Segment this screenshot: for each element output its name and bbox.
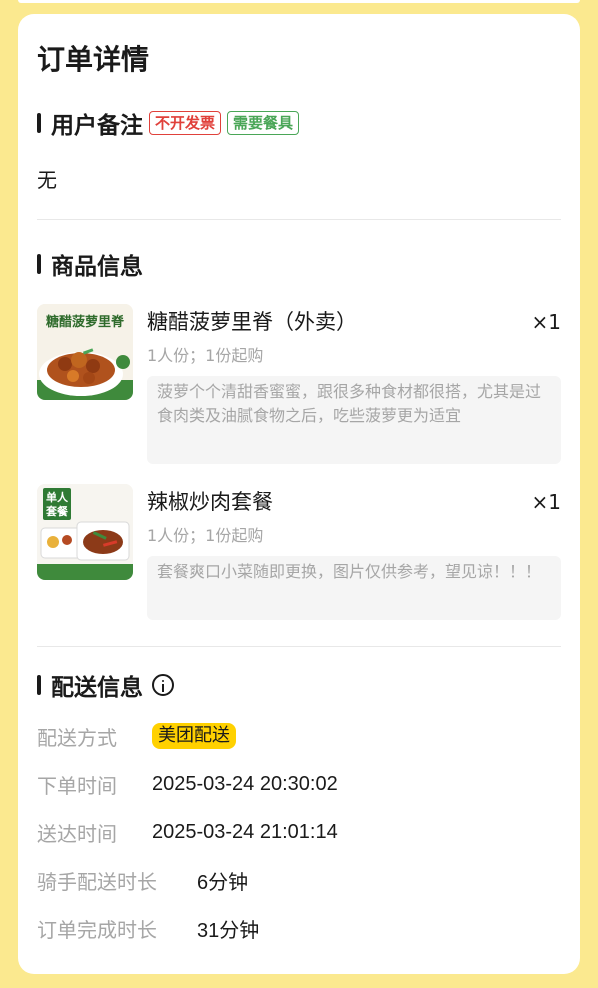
product-spec: 1人份；1份起购 (147, 346, 264, 365)
remark-section-header: 用户备注 不开发票 需要餐具 (37, 108, 300, 139)
order-time-value: 2025-03-24 20:30:02 (152, 772, 338, 795)
delivery-section-header: 配送信息 (37, 670, 174, 701)
divider (37, 646, 561, 647)
arrive-time-row: 送达时间 2025-03-24 21:01:14 (37, 817, 338, 847)
no-invoice-tag: 不开发票 (149, 111, 222, 135)
product-description: 套餐爽口小菜随即更换，图片仅供参考，望见谅！！！ (147, 556, 561, 620)
product-description: 菠萝个个清甜香蜜蜜，跟很多种食材都很搭，尤其是过食肉类及油腻食物之后，吃些菠萝更… (147, 376, 561, 464)
product-item[interactable]: 糖醋菠萝里脊 糖醋菠萝里脊（外卖） ×1 1人份；1份起购 菠萝个个清甜香蜜蜜，… (37, 304, 561, 464)
section-bar (37, 113, 41, 133)
order-time-label: 下单时间 (37, 773, 117, 798)
order-time-row: 下单时间 2025-03-24 20:30:02 (37, 769, 338, 799)
product-quantity: ×1 (531, 490, 561, 514)
meal-box-photo-icon[interactable]: 单人 套餐 (37, 484, 133, 580)
remark-section-title: 用户备注 (51, 113, 143, 139)
thumb-label-line2: 套餐 (46, 504, 69, 518)
rider-duration-value: 6分钟 (197, 871, 249, 894)
page-title: 订单详情 (37, 43, 150, 76)
need-tableware-tag: 需要餐具 (227, 111, 300, 135)
info-icon[interactable] (152, 674, 174, 696)
products-section-title: 商品信息 (51, 254, 143, 280)
product-name: 糖醋菠萝里脊（外卖） (147, 310, 357, 334)
complete-duration-row: 订单完成时长 31分钟 (37, 913, 259, 943)
product-spec: 1人份；1份起购 (147, 526, 264, 545)
delivery-section-title: 配送信息 (51, 675, 143, 701)
delivery-method-row: 配送方式 美团配送 (37, 721, 236, 751)
remark-text: 无 (37, 168, 57, 192)
arrive-time-value: 2025-03-24 21:01:14 (152, 820, 338, 843)
section-bar (37, 254, 41, 274)
section-bar (37, 675, 41, 695)
thumb-label: 糖醋菠萝里脊 (46, 314, 125, 330)
dish-photo-icon[interactable]: 糖醋菠萝里脊 (37, 304, 133, 400)
order-detail-card: 订单详情 用户备注 不开发票 需要餐具 无 商品信息 糖醋菠萝里脊 糖醋菠萝里脊… (18, 14, 580, 974)
rider-duration-row: 骑手配送时长 6分钟 (37, 865, 248, 895)
thumb-label-line1: 单人 (46, 490, 69, 504)
previous-card-edge (18, 0, 580, 3)
product-name: 辣椒炒肉套餐 (147, 490, 273, 514)
products-section-header: 商品信息 (37, 249, 143, 280)
divider (37, 219, 561, 220)
rider-duration-label: 骑手配送时长 (37, 869, 157, 894)
delivery-method-label: 配送方式 (37, 725, 117, 750)
product-quantity: ×1 (531, 310, 561, 334)
arrive-time-label: 送达时间 (37, 821, 117, 846)
product-item[interactable]: 单人 套餐 辣椒炒肉套餐 ×1 1人份；1份起购 套餐爽口小菜随即更换，图片仅供… (37, 484, 561, 620)
delivery-method-badge: 美团配送 (152, 723, 236, 749)
complete-duration-value: 31分钟 (197, 919, 260, 942)
complete-duration-label: 订单完成时长 (37, 917, 157, 942)
